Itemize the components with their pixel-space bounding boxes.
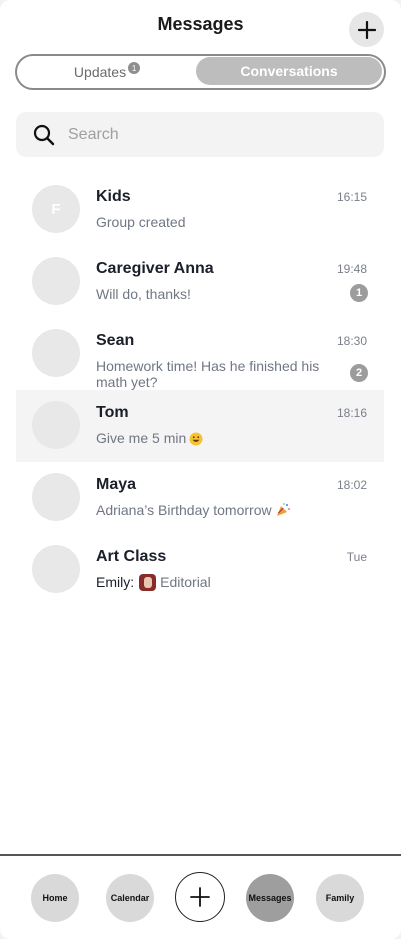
bottom-nav-divider: [0, 854, 401, 856]
conversation-item-sean[interactable]: Sean 18:30 Homework time! Has he finishe…: [16, 318, 384, 390]
avatar: F: [32, 185, 80, 233]
avatar: [32, 329, 80, 377]
messages-screen: Messages Updates 1 Conversations F Kids …: [0, 0, 401, 939]
conversation-preview: Adriana’s Birthday tomorrow: [96, 502, 354, 518]
conversation-time: 19:48: [336, 262, 367, 276]
avatar: [32, 473, 80, 521]
updates-badge: 1: [128, 62, 141, 74]
avatar: [32, 545, 80, 593]
nav-family[interactable]: Family: [316, 874, 364, 922]
new-message-button[interactable]: [349, 12, 384, 47]
search-input[interactable]: [68, 120, 368, 150]
image-thumbnail-icon: [139, 574, 157, 591]
conversation-preview: Group created: [96, 214, 186, 230]
preview-text: Adriana’s Birthday tomorrow: [96, 502, 272, 518]
conversation-item-caregiver-anna[interactable]: Caregiver Anna 19:48 Will do, thanks! 1: [16, 246, 384, 318]
nav-messages[interactable]: Messages: [246, 874, 294, 922]
conversation-time: 18:16: [336, 406, 367, 420]
tab-updates[interactable]: Updates 1: [19, 58, 195, 86]
plus-icon: [357, 20, 376, 39]
unread-badge: 1: [350, 284, 368, 302]
conversation-list: F Kids 16:15 Group created Caregiver Ann…: [16, 174, 384, 606]
conversation-name: Sean: [96, 332, 135, 349]
conversation-time: 18:02: [336, 478, 367, 492]
conversation-item-art-class[interactable]: Art Class Tue Emily: Editorial: [16, 534, 384, 606]
conversation-name: Maya: [96, 476, 137, 493]
conversation-item-tom[interactable]: Tom 18:16 Give me 5 min: [16, 390, 384, 462]
conversation-preview: Give me 5 min: [96, 430, 354, 446]
nav-calendar[interactable]: Calendar: [106, 874, 154, 922]
tab-switcher: Updates 1 Conversations: [15, 54, 386, 90]
conversation-name: Kids: [96, 188, 131, 205]
unread-badge: 2: [350, 364, 368, 382]
conversation-item-maya[interactable]: Maya 18:02 Adriana’s Birthday tomorrow: [16, 462, 384, 534]
preview-sender: Emily:: [96, 574, 135, 590]
header: Messages: [0, 0, 401, 50]
nav-add-button[interactable]: [175, 872, 225, 922]
party-popper-emoji: [276, 503, 290, 516]
conversation-name: Art Class: [96, 548, 167, 565]
plus-icon: [190, 887, 210, 907]
conversation-name: Tom: [96, 404, 129, 421]
search-icon: [33, 124, 55, 146]
search-bar: [16, 112, 384, 157]
avatar: [32, 401, 80, 449]
conversation-preview: Homework time! Has he finished his math …: [96, 358, 320, 390]
conversation-time: 18:30: [336, 334, 367, 348]
grinning-face-emoji: [189, 432, 203, 446]
conversation-name: Caregiver Anna: [96, 260, 214, 277]
conversation-time: 16:15: [336, 190, 367, 204]
conversation-time: Tue: [346, 550, 367, 564]
conversation-item-kids[interactable]: F Kids 16:15 Group created: [16, 174, 384, 246]
preview-text: Give me 5 min: [96, 430, 187, 446]
conversation-preview: Will do, thanks!: [96, 286, 191, 302]
page-title: Messages: [157, 14, 244, 34]
tab-updates-label: Updates: [73, 64, 127, 80]
avatar: [32, 257, 80, 305]
nav-home[interactable]: Home: [31, 874, 79, 922]
conversation-preview: Emily: Editorial: [96, 574, 354, 591]
preview-text: Editorial: [160, 574, 211, 590]
tab-conversations[interactable]: Conversations: [196, 57, 382, 85]
